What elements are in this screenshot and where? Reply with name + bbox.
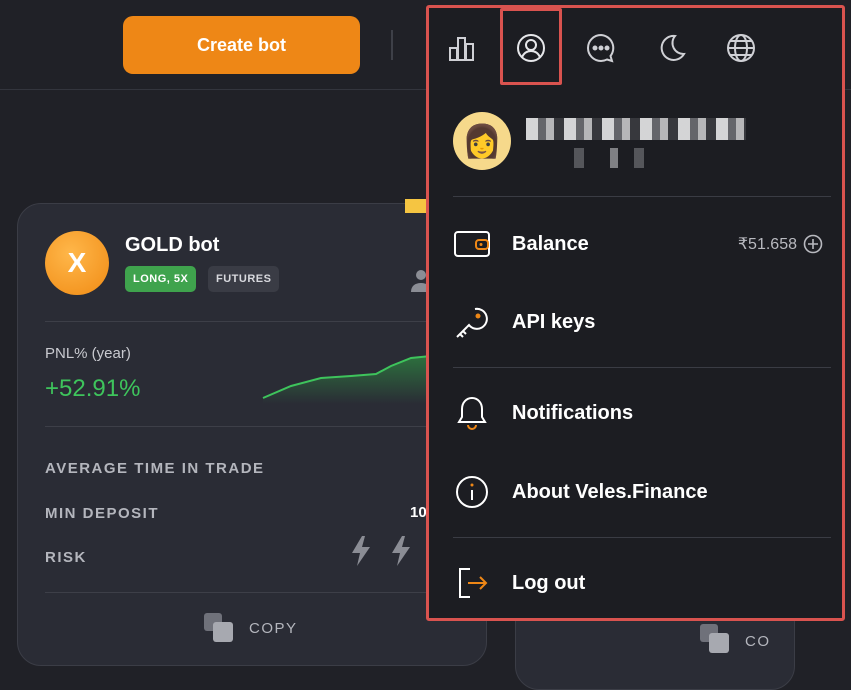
tag-futures: FUTURES xyxy=(208,266,280,292)
copy-label: CO xyxy=(745,632,771,650)
menu-api-keys[interactable]: API keys xyxy=(453,300,823,344)
pnl-sparkline xyxy=(262,355,431,404)
copy-button[interactable]: COPY xyxy=(203,612,298,644)
menu-logout[interactable]: Log out xyxy=(453,561,823,605)
menu-balance[interactable]: Balance ₹51.658 xyxy=(453,222,823,266)
risk-lightning-icons xyxy=(348,534,428,573)
menu-notifications-label: Notifications xyxy=(512,401,634,424)
bell-icon xyxy=(453,394,491,432)
add-funds-icon[interactable] xyxy=(803,234,823,254)
bot-title: GOLD bot xyxy=(125,234,220,256)
redacted-username xyxy=(526,118,746,140)
pnl-label: PNL% (year) xyxy=(45,345,131,362)
user-avatar: 👩 xyxy=(453,112,511,170)
wallet-icon xyxy=(453,225,491,263)
globe-icon[interactable] xyxy=(721,28,761,68)
chat-icon[interactable] xyxy=(581,28,621,68)
min-deposit-value: 10 xyxy=(410,504,427,521)
copy-icon xyxy=(203,612,235,644)
divider xyxy=(45,592,465,593)
chart-icon[interactable] xyxy=(442,28,482,68)
avg-time-label: AVERAGE TIME IN TRADE xyxy=(45,460,265,477)
redacted-userid xyxy=(574,148,644,168)
risk-label: RISK xyxy=(45,549,87,566)
menu-logout-label: Log out xyxy=(512,571,586,594)
menu-notifications[interactable]: Notifications xyxy=(453,391,823,435)
menu-balance-label: Balance xyxy=(512,232,589,255)
balance-value: ₹51.658 xyxy=(737,236,797,253)
bot-avatar: X xyxy=(45,231,109,295)
divider xyxy=(453,367,831,368)
moon-icon[interactable] xyxy=(651,28,691,68)
logout-icon xyxy=(453,564,491,602)
profile-dropdown: 👩 Balance ₹51.658 API keys Notifications… xyxy=(426,5,845,621)
min-deposit-label: MIN DEPOSIT xyxy=(45,505,160,522)
copy-label: COPY xyxy=(249,619,298,637)
menu-about-label: About Veles.Finance xyxy=(512,480,708,503)
copy-icon xyxy=(699,623,731,659)
create-bot-button[interactable]: Create bot xyxy=(123,16,360,74)
profile-icon[interactable] xyxy=(511,28,551,68)
bot-card[interactable]: X GOLD bot LONG, 5X FUTURES PNL% (year) … xyxy=(17,203,487,666)
info-icon xyxy=(453,473,491,511)
divider xyxy=(453,196,831,197)
divider xyxy=(45,321,465,322)
divider xyxy=(45,426,465,427)
divider xyxy=(391,30,393,60)
copy-button-2[interactable]: CO xyxy=(699,623,771,659)
menu-api-keys-label: API keys xyxy=(512,310,596,333)
tag-long: LONG, 5X xyxy=(125,266,197,292)
pnl-value: +52.91% xyxy=(45,375,141,402)
divider xyxy=(453,537,831,538)
bookmark-flag xyxy=(405,199,427,213)
key-icon xyxy=(453,303,491,341)
menu-about[interactable]: About Veles.Finance xyxy=(453,470,823,514)
